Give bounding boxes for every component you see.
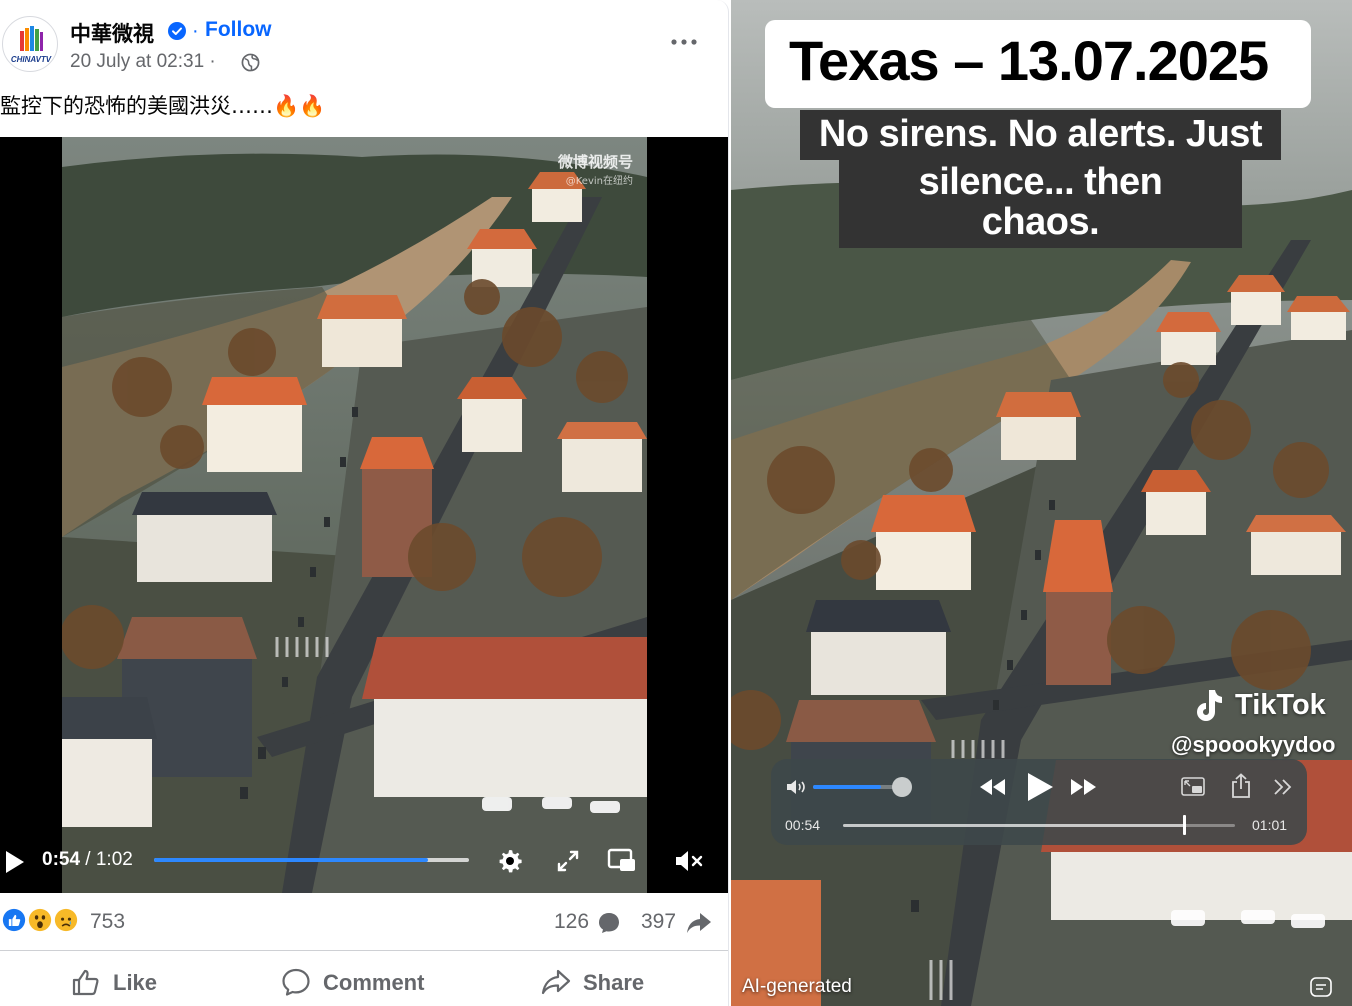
play-icon[interactable] [1025, 771, 1055, 803]
ai-generated-label: AI-generated [742, 976, 852, 997]
video-duration: / 1:02 [80, 849, 133, 870]
globe-icon [241, 53, 260, 72]
weibo-watermark-title: 微博视频号 [557, 153, 633, 171]
follow-button[interactable]: Follow [205, 18, 272, 42]
video-title: Texas – 13.07.2025 [789, 29, 1269, 92]
more-options-icon[interactable] [668, 32, 700, 52]
gear-icon[interactable] [494, 845, 526, 877]
share-arrow-icon [687, 913, 711, 933]
tiktok-handle: @spoookyydoo [1171, 732, 1336, 757]
media-player-controls: 00:54 01:01 [771, 759, 1307, 845]
volume-slider[interactable] [813, 785, 903, 789]
like-reaction-icon[interactable] [0, 906, 28, 934]
end-time: 01:01 [1252, 817, 1288, 833]
volume-icon[interactable] [785, 777, 807, 797]
video-current-time: 0:54 [42, 849, 81, 870]
picture-in-picture-icon[interactable] [606, 845, 638, 877]
wow-reaction-icon[interactable] [26, 906, 54, 934]
comment-count[interactable]: 126 [554, 910, 589, 934]
tiktok-note-icon [1197, 690, 1222, 721]
video-time: 0:54 / 1:02 [42, 849, 133, 871]
seek-bar-fill [843, 824, 1185, 827]
verified-badge-icon [168, 22, 186, 40]
captions-icon[interactable] [1309, 976, 1333, 998]
video-title-card: Texas – 13.07.2025 [765, 20, 1311, 108]
rewind-icon[interactable] [978, 776, 1008, 798]
seek-bar[interactable] [843, 824, 1235, 827]
sad-reaction-icon[interactable] [52, 906, 80, 934]
comment-label: Comment [323, 970, 425, 995]
volume-fill [813, 785, 881, 789]
follow-separator: · [192, 20, 199, 42]
like-button[interactable]: Like [70, 964, 180, 1000]
share-icon[interactable] [1230, 773, 1252, 799]
video-progress-bar[interactable] [154, 858, 469, 862]
share-count[interactable]: 397 [641, 910, 676, 934]
share-label: Share [583, 970, 645, 995]
tiktok-brand: TikTok [1235, 689, 1326, 721]
comment-bubble-icon [599, 913, 619, 933]
page-name[interactable]: 中華微視 [70, 18, 154, 48]
weibo-watermark-user: @Kevin在纽约 [565, 176, 633, 187]
tiktok-video[interactable]: Texas – 13.07.2025 No sirens. No alerts.… [731, 0, 1352, 1006]
thumbs-up-icon [72, 969, 99, 996]
subtitle-line-2: silence... then chaos. [839, 158, 1242, 248]
action-divider [0, 950, 728, 951]
video-player[interactable]: 微博视频号 @Kevin在纽约 0:54 / 1:02 [0, 137, 728, 893]
elapsed-time: 00:54 [785, 817, 821, 833]
play-icon[interactable] [4, 849, 26, 875]
fast-forward-icon[interactable] [1068, 776, 1098, 798]
weibo-watermark: 微博视频号 @Kevin在纽约 [558, 151, 633, 187]
video-frame[interactable]: 微博视频号 @Kevin在纽约 [62, 137, 647, 893]
aerial-flood-scene-image [62, 137, 647, 893]
page-avatar[interactable]: CHINAVTV [2, 16, 58, 72]
post-caption: 監控下的恐怖的美國洪災……🔥🔥 [0, 94, 326, 118]
picture-in-picture-icon[interactable] [1180, 775, 1206, 799]
share-icon [541, 969, 571, 995]
chevron-double-right-icon[interactable] [1272, 777, 1294, 797]
share-button[interactable]: Share [540, 964, 680, 1000]
video-progress-fill [154, 858, 429, 862]
post-header: CHINAVTV 中華微視 · Follow 20 July at 02:31 … [0, 14, 728, 80]
subtitle-line-1: No sirens. No alerts. Just [800, 110, 1281, 160]
reactions-bar: 753 126 397 [0, 904, 728, 940]
comment-button[interactable]: Comment [280, 964, 440, 1000]
svg-text:CHINAVTV: CHINAVTV [11, 55, 52, 64]
volume-knob[interactable] [892, 777, 912, 797]
video-controls: 0:54 / 1:02 [0, 837, 728, 893]
post-actions: Like Comment Share [0, 956, 728, 1006]
screenshot-comparison: CHINAVTV 中華微視 · Follow 20 July at 02:31 … [0, 0, 1352, 1006]
fullscreen-icon[interactable] [552, 845, 584, 877]
comment-icon [282, 968, 310, 996]
facebook-post: CHINAVTV 中華微視 · Follow 20 July at 02:31 … [0, 0, 729, 1006]
like-label: Like [113, 970, 158, 995]
muted-volume-icon[interactable] [672, 845, 704, 877]
seek-bar-thumb[interactable] [1183, 815, 1187, 835]
post-timestamp[interactable]: 20 July at 02:31 · [70, 51, 216, 73]
reaction-count[interactable]: 753 [90, 910, 125, 934]
